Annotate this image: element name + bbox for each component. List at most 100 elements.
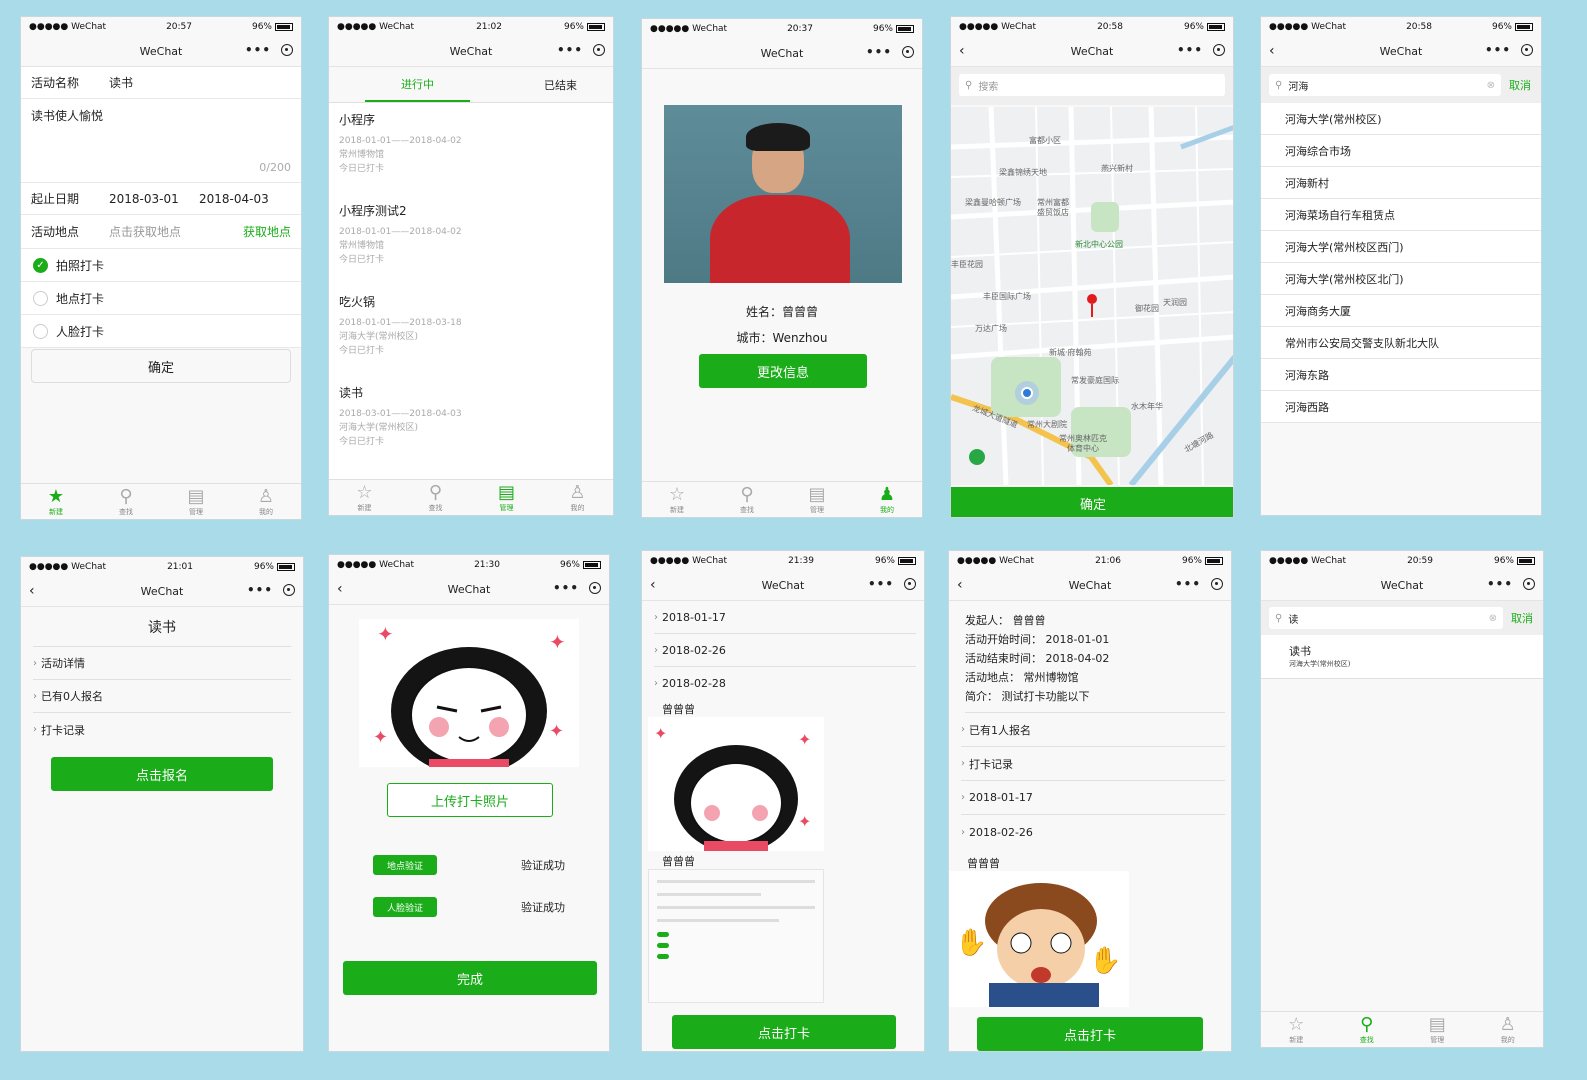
more-icon[interactable]: ••• (1177, 43, 1203, 57)
name-input[interactable]: 读书 (109, 74, 133, 91)
tab-mine[interactable]: ♟ 我的 (852, 482, 922, 517)
list-item[interactable]: 河海大学(常州校区北门) (1261, 263, 1541, 295)
tab-find[interactable]: ⚲ 查找 (400, 480, 471, 515)
list-item[interactable]: 河海大学(常州校区西门) (1261, 231, 1541, 263)
tab-mine[interactable]: ♙ 我的 (1473, 1012, 1544, 1047)
option-face[interactable]: 人脸打卡 (21, 315, 301, 348)
option-photo[interactable]: ✓ 拍照打卡 (21, 249, 301, 282)
search-input[interactable]: ⚲ 读 ⊗ (1269, 607, 1503, 629)
location-verify-badge[interactable]: 地点验证 (373, 855, 437, 875)
desc-textarea[interactable]: 读书使人愉悦 0/200 (21, 99, 301, 183)
cancel-button[interactable]: 取消 (1509, 77, 1531, 93)
cancel-button[interactable]: 取消 (1511, 610, 1533, 626)
list-item[interactable]: 河海菜场自行车租赁点 (1261, 199, 1541, 231)
end-date-picker[interactable]: 2018-04-03 (199, 192, 269, 206)
tab-manage[interactable]: ▤ 管理 (161, 484, 231, 519)
list-item[interactable]: 河海东路 (1261, 359, 1541, 391)
more-icon[interactable]: ••• (868, 577, 894, 591)
more-icon[interactable]: ••• (553, 581, 579, 595)
checkin-records-row[interactable]: › 打卡记录 (33, 713, 291, 746)
signup-button[interactable]: 点击报名 (51, 757, 273, 791)
tab-mine[interactable]: ♙ 我的 (542, 480, 613, 515)
tab-new[interactable]: ☆ 新建 (1261, 1012, 1332, 1047)
more-icon[interactable]: ••• (245, 43, 271, 57)
checkin-records-row[interactable]: › 打卡记录 (961, 747, 1225, 781)
list-item[interactable]: 河海综合市场 (1261, 135, 1541, 167)
confirm-button[interactable]: 确定 (31, 349, 291, 383)
close-target-icon[interactable] (281, 44, 293, 56)
signup-count-row[interactable]: › 已有0人报名 (33, 680, 291, 713)
list-item[interactable]: 河海大学(常州校区) (1261, 103, 1541, 135)
close-target-icon[interactable] (902, 46, 914, 58)
tab-new[interactable]: ★ 新建 (21, 484, 91, 519)
get-place-button[interactable]: 获取地点 (243, 223, 291, 240)
face-verify-badge[interactable]: 人脸验证 (373, 897, 437, 917)
list-item[interactable]: 小程序测试2 2018-01-01——2018-04-02 常州博物馆 今日已打… (339, 202, 603, 293)
clear-icon[interactable]: ⊗ (1489, 613, 1497, 624)
close-target-icon[interactable] (1523, 578, 1535, 590)
date-row[interactable]: › 2018-02-26 (654, 634, 916, 667)
checked-icon[interactable]: ✓ (33, 257, 48, 273)
list-item[interactable]: 读书 2018-03-01——2018-04-03 河海大学(常州校区) 今日已… (339, 384, 603, 475)
close-target-icon[interactable] (283, 584, 295, 596)
upload-photo-button[interactable]: 上传打卡照片 (387, 783, 553, 817)
signup-count-row[interactable]: › 已有1人报名 (961, 713, 1225, 747)
back-icon[interactable]: ‹ (337, 581, 343, 597)
tab-find[interactable]: ⚲ 查找 (91, 484, 161, 519)
map-view[interactable]: 富都小区 梁鑫锦绣天地 燕兴新村 梁鑫曼哈顿广场 常州富都 盛贸饭店 新北中心公… (951, 107, 1233, 485)
tab-find[interactable]: ⚲ 查找 (1332, 1012, 1403, 1047)
checkin-button[interactable]: 点击打卡 (977, 1017, 1203, 1051)
tab-find[interactable]: ⚲ 查找 (712, 482, 782, 517)
list-item[interactable]: 河海新村 (1261, 167, 1541, 199)
date-row[interactable]: › 2018-02-28 (654, 667, 916, 700)
start-date-picker[interactable]: 2018-03-01 (109, 192, 199, 206)
activity-detail-row[interactable]: › 活动详情 (33, 647, 291, 680)
done-button[interactable]: 完成 (343, 961, 597, 995)
back-icon[interactable]: ‹ (959, 43, 965, 59)
list-item[interactable]: 河海商务大厦 (1261, 295, 1541, 327)
more-icon[interactable]: ••• (1487, 577, 1513, 591)
unchecked-icon[interactable] (33, 290, 48, 306)
more-icon[interactable]: ••• (866, 45, 892, 59)
back-icon[interactable]: ‹ (957, 577, 963, 593)
close-target-icon[interactable] (904, 578, 916, 590)
date-row[interactable]: › 2018-02-26 (961, 815, 1225, 849)
tab-manage[interactable]: ▤ 管理 (471, 480, 542, 515)
more-icon[interactable]: ••• (1485, 43, 1511, 57)
edit-info-button[interactable]: 更改信息 (699, 354, 867, 388)
name-row[interactable]: 活动名称 读书 (21, 67, 301, 99)
search-input[interactable]: ⚲ 搜索 (959, 74, 1225, 96)
place-input[interactable]: 点击获取地点 (109, 223, 243, 240)
search-input[interactable]: ⚲ 河海 ⊗ (1269, 74, 1501, 96)
list-item[interactable]: 读书 河海大学(常州校区) (1261, 635, 1543, 679)
close-target-icon[interactable] (593, 44, 605, 56)
list-item[interactable]: 常州市公安局交警支队新北大队 (1261, 327, 1541, 359)
clear-icon[interactable]: ⊗ (1487, 80, 1495, 91)
back-icon[interactable]: ‹ (29, 583, 35, 599)
date-row[interactable]: › 2018-01-17 (654, 601, 916, 634)
tab-mine[interactable]: ♙ 我的 (231, 484, 301, 519)
more-icon[interactable]: ••• (247, 583, 273, 597)
more-icon[interactable]: ••• (1175, 577, 1201, 591)
tab-manage[interactable]: ▤ 管理 (782, 482, 852, 517)
list-item[interactable]: 吃火锅 2018-01-01——2018-03-18 河海大学(常州校区) 今日… (339, 293, 603, 384)
list-item[interactable]: 河海西路 (1261, 391, 1541, 423)
close-target-icon[interactable] (1211, 578, 1223, 590)
tab-new[interactable]: ☆ 新建 (642, 482, 712, 517)
back-icon[interactable]: ‹ (650, 577, 656, 593)
tab-manage[interactable]: ▤ 管理 (1402, 1012, 1473, 1047)
confirm-location-button[interactable]: 确定 (951, 487, 1233, 517)
tab-ongoing[interactable]: 进行中 (365, 67, 470, 102)
back-icon[interactable]: ‹ (1269, 43, 1275, 59)
checkin-button[interactable]: 点击打卡 (672, 1015, 896, 1049)
close-target-icon[interactable] (1213, 44, 1225, 56)
option-location[interactable]: 地点打卡 (21, 282, 301, 315)
close-target-icon[interactable] (1521, 44, 1533, 56)
more-icon[interactable]: ••• (557, 43, 583, 57)
close-target-icon[interactable] (589, 582, 601, 594)
unchecked-icon[interactable] (33, 323, 48, 339)
date-row[interactable]: › 2018-01-17 (961, 781, 1225, 815)
tab-ended[interactable]: 已结束 (508, 67, 613, 102)
tab-new[interactable]: ☆ 新建 (329, 480, 400, 515)
list-item[interactable]: 小程序 2018-01-01——2018-04-02 常州博物馆 今日已打卡 (339, 111, 603, 202)
